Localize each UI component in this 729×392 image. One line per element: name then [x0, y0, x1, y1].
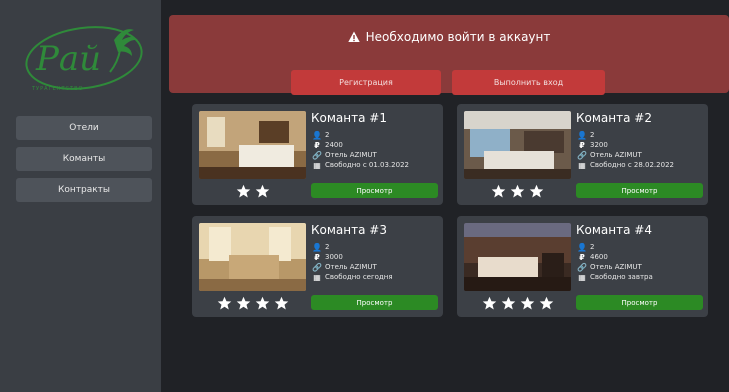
- link-icon: 🔗: [577, 150, 587, 160]
- star-icon: [491, 184, 506, 199]
- price-row: ₽2400: [313, 140, 343, 150]
- logo-brand: Рай: [35, 39, 101, 79]
- availability-text: Свободно сегодня: [325, 273, 393, 281]
- user-icon: 👤: [312, 242, 322, 252]
- price-value: 3000: [325, 253, 343, 261]
- sidebar-item-label: Контракты: [57, 185, 111, 195]
- view-button[interactable]: Просмотр: [576, 295, 703, 310]
- view-button[interactable]: Просмотр: [311, 183, 438, 198]
- hotel-row: 🔗 Отель AZIMUT: [577, 150, 642, 160]
- availability-text: Свободно с 28.02.2022: [590, 161, 674, 169]
- price-row: ₽3000: [313, 252, 343, 262]
- guests-row: 👤 2: [577, 130, 595, 140]
- logo-tagline: ТУРАГЕНТСТВО: [31, 86, 83, 92]
- register-button[interactable]: Регистрация: [291, 70, 441, 95]
- availability-text: Свободно завтра: [590, 273, 653, 281]
- star-icon: [482, 296, 497, 311]
- logo-graphic: Рай ТУРАГЕНТСТВО: [25, 26, 143, 92]
- sidebar-item-contracts[interactable]: Контракты: [16, 178, 152, 202]
- calendar-icon: ▦: [313, 160, 321, 170]
- calendar-icon: ▦: [578, 160, 586, 170]
- star-icon: [217, 296, 232, 311]
- guests-row: 👤 2: [577, 242, 595, 252]
- guests-count: 2: [590, 131, 595, 139]
- price-row: ₽3200: [578, 140, 608, 150]
- calendar-icon: ▦: [578, 272, 586, 282]
- hotel-name: Отель AZIMUT: [325, 151, 377, 159]
- room-title: Команта #3: [311, 223, 387, 237]
- hotel-name: Отель AZIMUT: [590, 151, 642, 159]
- star-icon: [255, 296, 270, 311]
- link-icon: 🔗: [577, 262, 587, 272]
- guests-row: 👤 2: [312, 242, 330, 252]
- sidebar-item-label: Команты: [62, 154, 106, 164]
- star-rating: [464, 296, 571, 311]
- login-required-banner: Необходимо войти в аккаунт Регистрация В…: [169, 15, 729, 95]
- star-icon: [255, 184, 270, 199]
- guests-count: 2: [325, 131, 330, 139]
- availability-row: ▦ Свободно завтра: [578, 272, 653, 282]
- price-value: 4600: [590, 253, 608, 261]
- room-photo: [199, 223, 306, 291]
- star-icon: [236, 184, 251, 199]
- star-icon: [510, 184, 525, 199]
- room-card: Команта #1 👤 2 ₽2400 🔗 Отель AZIMUT ▦ Свобо…: [192, 104, 443, 205]
- guests-count: 2: [590, 243, 595, 251]
- room-card: Команта #4 👤 2 ₽4600 🔗 Отель AZIMUT ▦ Свобо…: [457, 216, 708, 317]
- room-title: Команта #2: [576, 111, 652, 125]
- hotel-name: Отель AZIMUT: [325, 263, 377, 271]
- user-icon: 👤: [312, 130, 322, 140]
- warning-icon: [347, 31, 360, 42]
- room-title: Команта #4: [576, 223, 652, 237]
- sidebar-item-hotels[interactable]: Отели: [16, 116, 152, 140]
- availability-text: Свободно с 01.03.2022: [325, 161, 409, 169]
- room-title: Команта #1: [311, 111, 387, 125]
- link-icon: 🔗: [312, 150, 322, 160]
- room-photo: [464, 111, 571, 179]
- room-card: Команта #2 👤 2 ₽3200 🔗 Отель AZIMUT ▦ Свобо…: [457, 104, 708, 205]
- price-value: 3200: [590, 141, 608, 149]
- view-button[interactable]: Просмотр: [576, 183, 703, 198]
- sidebar: Рай ТУРАГЕНТСТВО Отели Команты Контракты: [0, 0, 161, 392]
- star-icon: [236, 296, 251, 311]
- hotel-name: Отель AZIMUT: [590, 263, 642, 271]
- star-icon: [529, 184, 544, 199]
- availability-row: ▦ Свободно с 01.03.2022: [313, 160, 409, 170]
- user-icon: 👤: [577, 130, 587, 140]
- room-photo: [464, 223, 571, 291]
- star-rating: [199, 184, 306, 199]
- user-icon: 👤: [577, 242, 587, 252]
- star-rating: [464, 184, 571, 199]
- hotel-row: 🔗 Отель AZIMUT: [577, 262, 642, 272]
- sidebar-item-label: Отели: [69, 123, 99, 133]
- calendar-icon: ▦: [313, 272, 321, 282]
- link-icon: 🔗: [312, 262, 322, 272]
- hotel-row: 🔗 Отель AZIMUT: [312, 150, 377, 160]
- availability-row: ▦ Свободно сегодня: [313, 272, 393, 282]
- ruble-icon: ₽: [579, 140, 585, 150]
- logo[interactable]: Рай ТУРАГЕНТСТВО: [22, 18, 146, 98]
- star-icon: [501, 296, 516, 311]
- alert-message: Необходимо войти в аккаунт: [365, 30, 551, 44]
- alert-message-row: Необходимо войти в аккаунт: [169, 30, 729, 44]
- sidebar-item-rooms[interactable]: Команты: [16, 147, 152, 171]
- ruble-icon: ₽: [579, 252, 585, 262]
- room-photo: [199, 111, 306, 179]
- hotel-row: 🔗 Отель AZIMUT: [312, 262, 377, 272]
- room-card: Команта #3 👤 2 ₽3000 🔗 Отель AZIMUT ▦ Свобо…: [192, 216, 443, 317]
- availability-row: ▦ Свободно с 28.02.2022: [578, 160, 674, 170]
- star-rating: [199, 296, 306, 311]
- login-button[interactable]: Выполнить вход: [452, 70, 605, 95]
- ruble-icon: ₽: [314, 140, 320, 150]
- price-row: ₽4600: [578, 252, 608, 262]
- star-icon: [274, 296, 289, 311]
- guests-count: 2: [325, 243, 330, 251]
- view-button[interactable]: Просмотр: [311, 295, 438, 310]
- star-icon: [520, 296, 535, 311]
- price-value: 2400: [325, 141, 343, 149]
- star-icon: [539, 296, 554, 311]
- ruble-icon: ₽: [314, 252, 320, 262]
- guests-row: 👤 2: [312, 130, 330, 140]
